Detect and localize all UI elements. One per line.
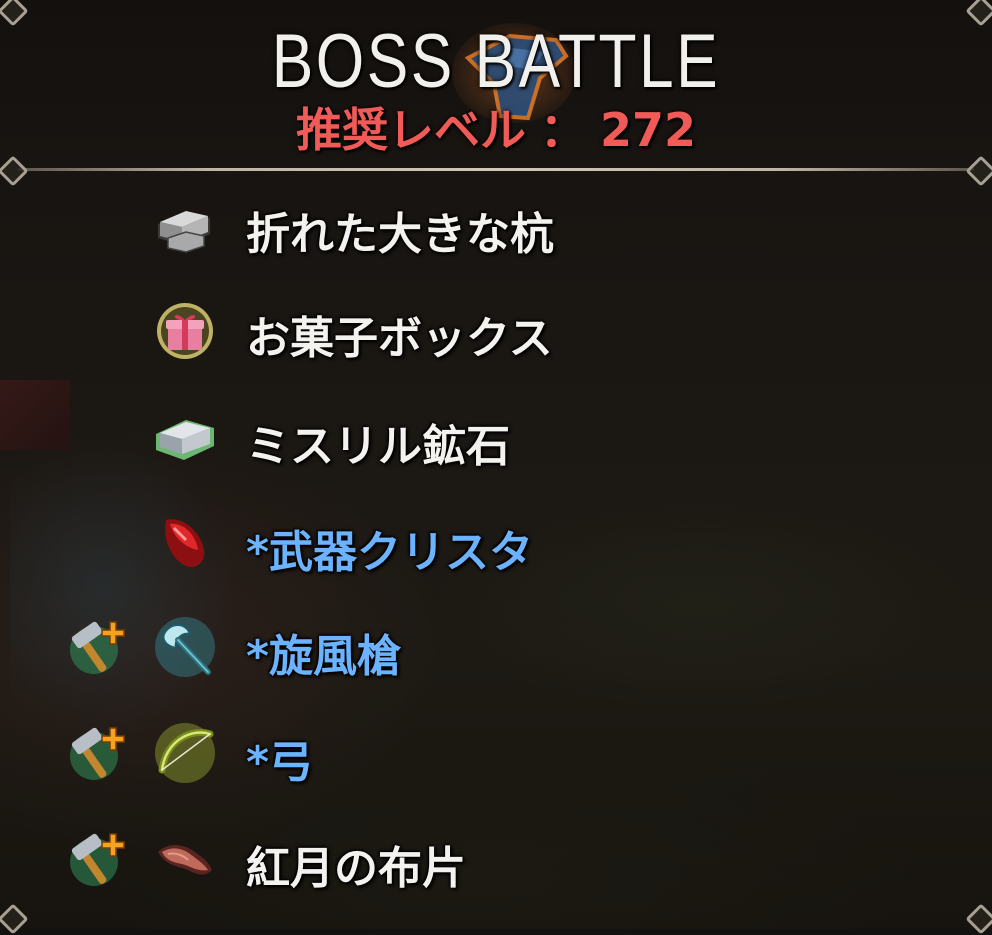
craft-hammer-icon xyxy=(70,727,125,780)
drop-item-row[interactable]: お菓子ボックス xyxy=(0,282,992,382)
drop-item-name: *弓 xyxy=(246,737,314,788)
boss-battle-title: BOSS BATTLE xyxy=(271,19,721,104)
recommended-level: 推奨レベル： 272 xyxy=(0,94,992,160)
red-crystal-icon xyxy=(165,519,205,568)
corner-ornament-icon xyxy=(0,0,29,27)
iron-ingot-icon xyxy=(158,211,210,253)
recommended-level-separator: ： xyxy=(539,103,586,157)
mithril-ingot-icon xyxy=(156,420,214,460)
halberd-icon xyxy=(155,617,215,677)
bow-icon xyxy=(155,723,215,783)
header-divider xyxy=(18,168,974,171)
drop-item-row[interactable]: 折れた大きな杭 xyxy=(0,178,992,278)
drop-item-name: *旋風槍 xyxy=(246,631,402,682)
drop-item-name: お菓子ボックス xyxy=(246,313,553,364)
drop-item-name: ミスリル鉱石 xyxy=(246,421,510,472)
recommended-level-value: 272 xyxy=(599,103,697,157)
gift-box-icon xyxy=(157,303,213,359)
drop-item-row[interactable]: 紅月の布片 xyxy=(0,812,992,912)
craft-hammer-icon xyxy=(70,621,125,674)
drop-item-row[interactable]: *旋風槍 xyxy=(0,600,992,700)
drop-item-row[interactable]: ミスリル鉱石 xyxy=(0,390,992,490)
recommended-level-label: 推奨レベル xyxy=(295,103,526,157)
drop-item-name: 紅月の布片 xyxy=(246,843,466,894)
corner-ornament-icon xyxy=(962,0,992,27)
drop-item-row[interactable]: *武器クリスタ xyxy=(0,496,992,596)
craft-hammer-icon xyxy=(70,833,125,886)
drop-item-name: *武器クリスタ xyxy=(246,527,534,578)
drop-item-row[interactable]: *弓 xyxy=(0,706,992,806)
drop-item-name: 折れた大きな杭 xyxy=(246,209,554,260)
cloth-scrap-icon xyxy=(158,845,212,875)
